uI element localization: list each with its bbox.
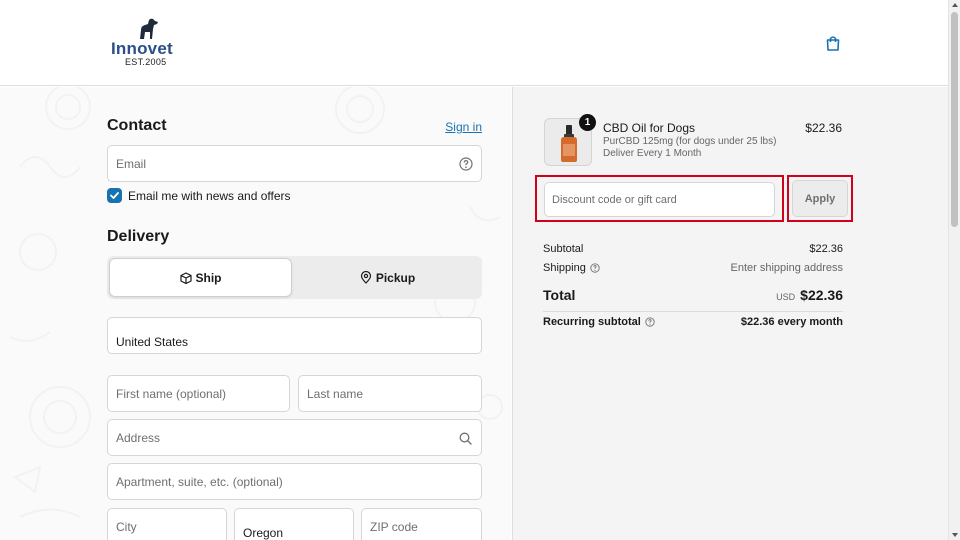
map-pin-icon — [360, 271, 371, 284]
newsletter-label: Email me with news and offers — [128, 188, 291, 203]
first-name-placeholder: First name (optional) — [116, 387, 227, 401]
last-name-placeholder: Last name — [307, 387, 364, 401]
sign-in-link[interactable]: Sign in — [445, 120, 482, 134]
shipping-label: Shipping — [543, 262, 586, 274]
state-value: Oregon — [243, 526, 284, 540]
total-label: Total — [543, 287, 576, 303]
last-name-field[interactable]: Last name — [298, 375, 482, 412]
pickup-option-label: Pickup — [375, 270, 416, 285]
form-column: Contact Sign in Email Email me with news… — [107, 87, 482, 540]
discount-placeholder: Discount code or gift card — [552, 194, 677, 206]
total-value: $22.36 — [800, 287, 843, 303]
country-value: United States — [116, 335, 189, 349]
discount-highlight: Discount code or gift card — [535, 175, 784, 222]
product-name: CBD Oil for Dogs — [603, 121, 696, 135]
total-currency: USD — [776, 292, 796, 302]
delivery-method-toggle: Ship Pickup — [107, 256, 482, 299]
email-placeholder: Email — [116, 157, 147, 171]
discount-code-field[interactable]: Discount code or gift card — [544, 182, 775, 217]
contact-title: Contact — [107, 117, 167, 134]
checkout-header: Innovet EST.2005 — [0, 0, 948, 86]
apartment-field[interactable]: Apartment, suite, etc. (optional) — [107, 463, 482, 500]
scrollbar-thumb[interactable] — [951, 12, 958, 227]
email-field[interactable]: Email — [107, 145, 482, 182]
ship-option[interactable]: Ship — [109, 258, 292, 297]
country-select[interactable]: United States — [107, 317, 482, 354]
zip-placeholder: ZIP code — [370, 520, 418, 534]
product-variant: PurCBD 125mg (for dogs under 25 lbs) — [603, 136, 777, 147]
pickup-option[interactable]: Pickup — [295, 258, 480, 297]
quantity-badge: 1 — [579, 114, 596, 131]
apply-button[interactable]: Apply — [792, 180, 848, 217]
apartment-placeholder: Apartment, suite, etc. (optional) — [116, 475, 283, 489]
help-circle-icon[interactable] — [645, 317, 655, 327]
shopping-bag-icon[interactable] — [824, 34, 842, 52]
product-price: $22.36 — [805, 121, 842, 135]
checkout-form-panel: Contact Sign in Email Email me with news… — [0, 87, 511, 540]
search-icon — [459, 432, 472, 445]
brand-tagline: EST.2005 — [125, 57, 167, 67]
first-name-field[interactable]: First name (optional) — [107, 375, 290, 412]
brand-logo[interactable]: Innovet EST.2005 — [108, 18, 188, 70]
recurring-value: $22.36 every month — [740, 316, 843, 328]
city-field[interactable]: City — [107, 508, 227, 540]
dog-logo-icon — [140, 18, 158, 39]
product-plan: Deliver Every 1 Month — [603, 148, 702, 159]
total-amount-wrap: USD $22.36 — [776, 287, 843, 303]
subtotal-value: $22.36 — [809, 243, 843, 255]
page-scrollbar[interactable] — [948, 0, 960, 540]
help-circle-icon[interactable] — [459, 157, 473, 171]
box-icon — [179, 271, 192, 284]
address-field[interactable]: Address — [107, 419, 482, 456]
apply-highlight: Apply — [787, 175, 853, 222]
subtotal-label: Subtotal — [543, 243, 584, 255]
recurring-label-wrap: Recurring subtotal — [543, 316, 655, 328]
brand-name: Innovet — [111, 39, 173, 58]
shipping-label-wrap: Shipping — [543, 262, 600, 274]
delivery-title: Delivery — [107, 228, 170, 245]
address-placeholder: Address — [116, 431, 161, 445]
help-circle-icon[interactable] — [590, 263, 600, 273]
recurring-label: Recurring subtotal — [543, 316, 641, 328]
order-summary-panel: 1 CBD Oil for Dogs PurCBD 125mg (for dog… — [512, 87, 948, 540]
total-row: Total USD $22.36 — [543, 287, 843, 307]
shipping-value: Enter shipping address — [730, 262, 843, 274]
scroll-down-arrow-icon[interactable] — [952, 533, 958, 537]
summary-divider — [543, 311, 843, 312]
state-select[interactable]: Oregon — [234, 508, 354, 540]
city-placeholder: City — [116, 520, 137, 534]
newsletter-checkbox[interactable] — [107, 188, 122, 203]
newsletter-row: Email me with news and offers — [107, 188, 291, 203]
checkmark-icon — [110, 192, 119, 199]
ship-option-label: Ship — [195, 270, 222, 285]
zip-field[interactable]: ZIP code — [361, 508, 482, 540]
scroll-up-arrow-icon[interactable] — [952, 3, 958, 7]
